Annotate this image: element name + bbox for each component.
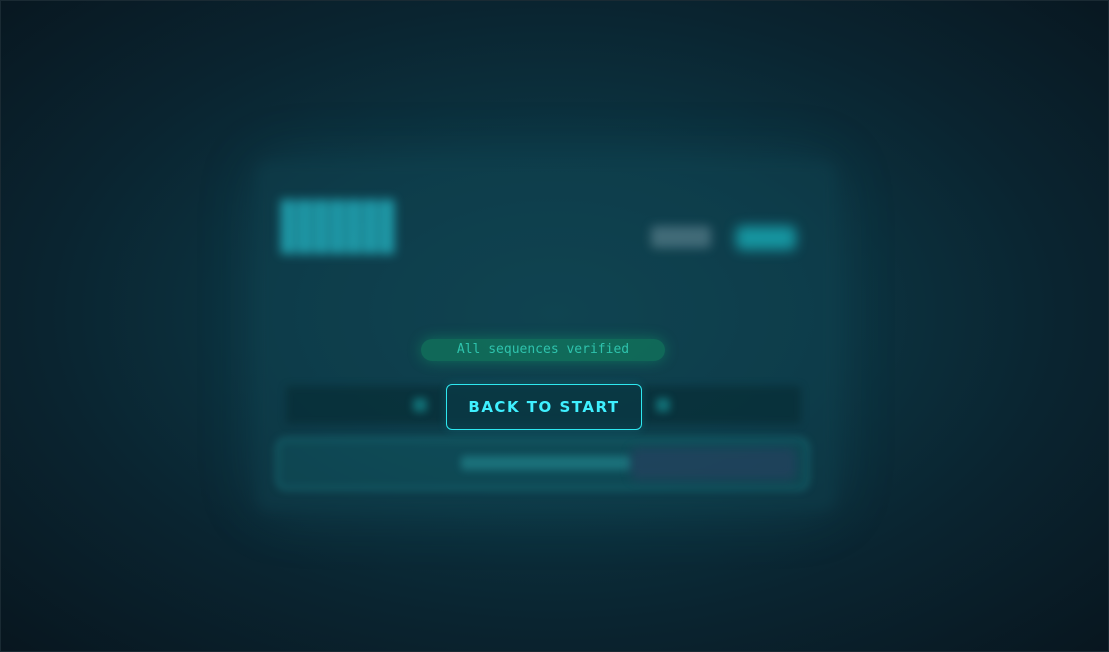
status-text: All sequences verified [456, 342, 630, 357]
background-input-fill [631, 448, 796, 480]
background-input-text [461, 456, 631, 470]
background-marker [656, 398, 670, 412]
background-chip [651, 226, 711, 248]
background-chip-accent [736, 226, 796, 250]
mission-complete-title: MISSION COMPLETE [1, 265, 1088, 321]
status-badge: All sequences verified [421, 339, 665, 361]
back-to-start-button[interactable]: BACK TO START [446, 384, 642, 430]
background-title-blurred: ███████ ███████ [281, 200, 397, 254]
app-viewport: ███████ ███████ MISSION COMPLETE All sequ… [0, 0, 1109, 652]
background-marker [413, 398, 427, 412]
mission-complete-title-text: MISSION COMPLETE [263, 268, 826, 318]
